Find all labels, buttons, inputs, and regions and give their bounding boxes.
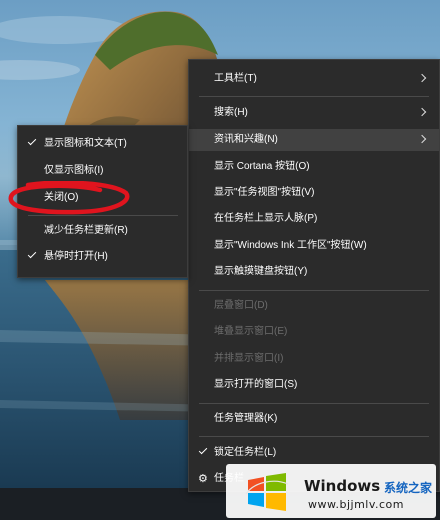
submenu-item-label: 悬停时打开(H)	[44, 251, 108, 262]
menu-item-label: 显示"Windows Ink 工作区"按钮(W)	[214, 240, 367, 251]
submenu-item-label: 减少任务栏更新(R)	[44, 225, 128, 236]
menu-item-label: 显示打开的窗口(S)	[214, 379, 298, 390]
menu-item-label: 资讯和兴趣(N)	[214, 134, 278, 145]
red-circle-annotation	[8, 181, 130, 215]
submenu-item-show-icon-only[interactable]: 仅显示图标(I)	[18, 160, 187, 182]
menu-item-label: 搜索(H)	[214, 107, 248, 118]
menu-separator	[199, 436, 429, 437]
checkmark-icon	[27, 249, 37, 259]
watermark-logo: Windows 系统之家 www.bjjmlv.com	[226, 464, 436, 518]
menu-item-stack-windows: 堆叠显示窗口(E)	[189, 321, 439, 343]
submenu-item-label: 仅显示图标(I)	[44, 165, 104, 176]
menu-separator	[199, 290, 429, 291]
menu-separator	[199, 403, 429, 404]
checkmark-icon	[198, 445, 208, 455]
menu-item-lock-taskbar[interactable]: 锁定任务栏(L)	[189, 442, 439, 464]
menu-item-news-and-interests[interactable]: 资讯和兴趣(N)	[189, 129, 439, 151]
menu-item-side-by-side-windows: 并排显示窗口(I)	[189, 348, 439, 370]
menu-item-label: 层叠窗口(D)	[214, 300, 268, 311]
submenu-item-reduce-taskbar-updates[interactable]: 减少任务栏更新(R)	[18, 220, 187, 242]
menu-item-show-task-view-button[interactable]: 显示"任务视图"按钮(V)	[189, 182, 439, 204]
watermark-site-name: 系统之家	[384, 481, 433, 495]
checkmark-icon	[27, 136, 37, 146]
menu-separator	[199, 96, 429, 97]
menu-item-label: 显示"任务视图"按钮(V)	[214, 187, 315, 198]
chevron-right-icon	[417, 107, 427, 117]
chevron-right-icon	[417, 134, 427, 144]
windows-logo-icon	[245, 473, 289, 511]
submenu-item-show-icon-and-text[interactable]: 显示图标和文本(T)	[18, 133, 187, 155]
chevron-right-icon	[417, 73, 427, 83]
menu-item-label: 并排显示窗口(I)	[214, 353, 284, 364]
submenu-item-open-on-hover[interactable]: 悬停时打开(H)	[18, 246, 187, 268]
taskbar-context-menu: 工具栏(T) 搜索(H) 资讯和兴趣(N) 显示 Cortana 按钮(O) 显…	[188, 59, 440, 492]
menu-item-label: 显示触摸键盘按钮(Y)	[214, 266, 308, 277]
menu-item-label: 在任务栏上显示人脉(P)	[214, 213, 318, 224]
menu-item-show-cortana-button[interactable]: 显示 Cortana 按钮(O)	[189, 156, 439, 178]
menu-item-label: 堆叠显示窗口(E)	[214, 326, 288, 337]
submenu-item-label: 显示图标和文本(T)	[44, 138, 127, 149]
gear-icon: ⚙	[198, 473, 208, 485]
menu-item-label: 工具栏(T)	[214, 73, 257, 84]
watermark-brand: Windows	[304, 477, 381, 495]
menu-item-search[interactable]: 搜索(H)	[189, 102, 439, 124]
menu-item-task-manager[interactable]: 任务管理器(K)	[189, 408, 439, 430]
menu-item-label: 锁定任务栏(L)	[214, 447, 277, 458]
menu-item-toolbars[interactable]: 工具栏(T)	[189, 68, 439, 90]
menu-item-show-people[interactable]: 在任务栏上显示人脉(P)	[189, 208, 439, 230]
menu-separator	[28, 215, 178, 216]
menu-item-cascade-windows: 层叠窗口(D)	[189, 295, 439, 317]
menu-item-show-touch-keyboard-button[interactable]: 显示触摸键盘按钮(Y)	[189, 261, 439, 283]
watermark-url: www.bjjmlv.com	[308, 498, 404, 511]
menu-item-label: 显示 Cortana 按钮(O)	[214, 161, 310, 172]
menu-item-show-windows-ink-button[interactable]: 显示"Windows Ink 工作区"按钮(W)	[189, 235, 439, 257]
menu-item-show-desktop-windows[interactable]: 显示打开的窗口(S)	[189, 374, 439, 396]
menu-item-label: 任务管理器(K)	[214, 413, 278, 424]
